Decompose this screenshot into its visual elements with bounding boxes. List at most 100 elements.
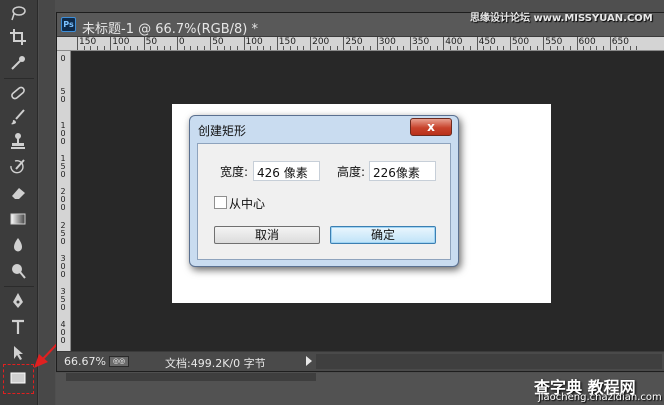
- ruler-label: 200: [60, 187, 66, 213]
- toolbar-divider: [4, 286, 34, 287]
- ruler-label: 500: [511, 37, 530, 47]
- history-brush-icon[interactable]: [6, 156, 30, 178]
- ruler-tick: [90, 46, 92, 50]
- ruler-label: 350: [60, 287, 66, 313]
- ruler-label: 200: [312, 37, 330, 47]
- healing-brush-icon[interactable]: [6, 82, 30, 104]
- ruler-label: 150: [79, 37, 97, 47]
- ruler-tick: [496, 46, 498, 50]
- ruler-tick: [403, 46, 405, 50]
- ruler-tick: [529, 46, 531, 50]
- ruler-tick: [603, 46, 605, 50]
- ruler-tick: [330, 46, 332, 50]
- cancel-button[interactable]: 取消: [214, 226, 320, 244]
- ruler-tick: [636, 46, 638, 50]
- close-button[interactable]: x: [410, 118, 452, 136]
- ruler-tick: [356, 46, 358, 50]
- ruler-label: 0: [60, 54, 66, 63]
- ruler-tick: [523, 46, 525, 50]
- ruler-tick: [156, 46, 158, 50]
- ruler-tick: [469, 46, 471, 50]
- ruler-tick: [276, 37, 278, 50]
- ruler-tick: [223, 46, 225, 50]
- ruler-tick: [183, 46, 185, 50]
- eraser-icon[interactable]: [6, 182, 30, 204]
- height-field[interactable]: 226像素: [369, 161, 436, 181]
- ruler-tick: [256, 46, 258, 50]
- ruler-tick: [503, 46, 505, 50]
- type-icon[interactable]: [6, 316, 30, 338]
- horizontal-ruler[interactable]: 150 100 50 0 50 100 150 200 250 300 350 400 450 500 55…: [57, 37, 664, 51]
- ruler-tick: [576, 37, 578, 50]
- ruler-tick: [290, 46, 292, 50]
- ruler-tick: [176, 37, 178, 50]
- ruler-tick: [343, 37, 345, 50]
- ruler-tick: [210, 37, 212, 50]
- ruler-tick: [316, 46, 318, 50]
- panel-tab-slot: [66, 373, 316, 381]
- ok-button[interactable]: 确定: [330, 226, 436, 244]
- ruler-tick: [629, 46, 631, 50]
- gradient-icon[interactable]: [6, 208, 30, 230]
- eyedropper-icon[interactable]: [6, 52, 30, 74]
- brush-icon[interactable]: [6, 106, 30, 128]
- toolbar-divider: [4, 78, 34, 79]
- ruler-tick: [310, 37, 312, 50]
- ruler-label: 50: [60, 87, 66, 105]
- ruler-tick: [483, 46, 485, 50]
- ruler-tick: [170, 46, 172, 50]
- dialog-title: 创建矩形: [198, 124, 247, 138]
- ruler-label: 550: [545, 37, 563, 47]
- blur-icon[interactable]: [6, 234, 30, 256]
- horizontal-scrollbar[interactable]: [316, 354, 662, 369]
- pen-icon[interactable]: [6, 290, 30, 312]
- ruler-tick: [230, 46, 232, 50]
- ruler-tick: [103, 46, 105, 50]
- ruler-tick: [623, 46, 625, 50]
- ruler-tick: [390, 46, 392, 50]
- ruler-tick: [396, 46, 398, 50]
- ruler-label: 100: [245, 37, 263, 47]
- clone-stamp-icon[interactable]: [6, 130, 30, 152]
- ruler-tick: [83, 46, 85, 50]
- path-selection-icon[interactable]: [6, 342, 30, 364]
- ruler-tick: [476, 37, 478, 50]
- zoom-level[interactable]: 66.67%: [64, 355, 106, 368]
- ruler-tick: [323, 46, 325, 50]
- ruler-label: 150: [278, 37, 296, 47]
- document-info: 文档:499.2K/0 字节: [165, 357, 266, 370]
- ruler-tick: [96, 46, 98, 50]
- ruler-tick: [583, 46, 585, 50]
- ruler-tick: [449, 46, 451, 50]
- from-center-label[interactable]: 从中心: [229, 195, 265, 212]
- ruler-tick: [123, 46, 125, 50]
- ruler-tick: [216, 46, 218, 50]
- zoom-toggle-button[interactable]: ◎◎: [109, 356, 129, 367]
- create-rectangle-dialog: 创建矩形 x 宽度: 426 像素 高度: 226像素 从中心 取消 确定: [189, 115, 459, 267]
- ruler-tick: [543, 37, 545, 50]
- width-field[interactable]: 426 像素: [253, 161, 320, 181]
- ruler-tick: [463, 46, 465, 50]
- ruler-tick: [283, 46, 285, 50]
- ruler-label: 300: [60, 253, 66, 279]
- from-center-checkbox[interactable]: [214, 196, 227, 209]
- ruler-label: 100: [112, 37, 130, 47]
- ruler-tick: [423, 46, 425, 50]
- dodge-icon[interactable]: [6, 260, 30, 282]
- dialog-body: 宽度: 426 像素 高度: 226像素 从中心 取消 确定: [197, 143, 451, 260]
- vertical-ruler[interactable]: 0 50 100 150 200 250 300 350 400: [57, 51, 71, 351]
- ruler-label: 100: [60, 120, 66, 146]
- ruler-tick: [383, 46, 385, 50]
- status-menu-arrow-icon[interactable]: [306, 356, 312, 366]
- ruler-tick: [243, 37, 245, 50]
- ruler-tick: [336, 46, 338, 50]
- ruler-tick: [363, 46, 365, 50]
- ruler-tick: [609, 37, 611, 50]
- ruler-tick: [190, 46, 192, 50]
- ruler-tick: [370, 46, 372, 50]
- lasso-icon[interactable]: [6, 2, 30, 24]
- ruler-label: 250: [345, 37, 363, 47]
- crop-icon[interactable]: [6, 26, 30, 48]
- ruler-label: 50: [212, 37, 224, 47]
- ruler-tick: [563, 46, 565, 50]
